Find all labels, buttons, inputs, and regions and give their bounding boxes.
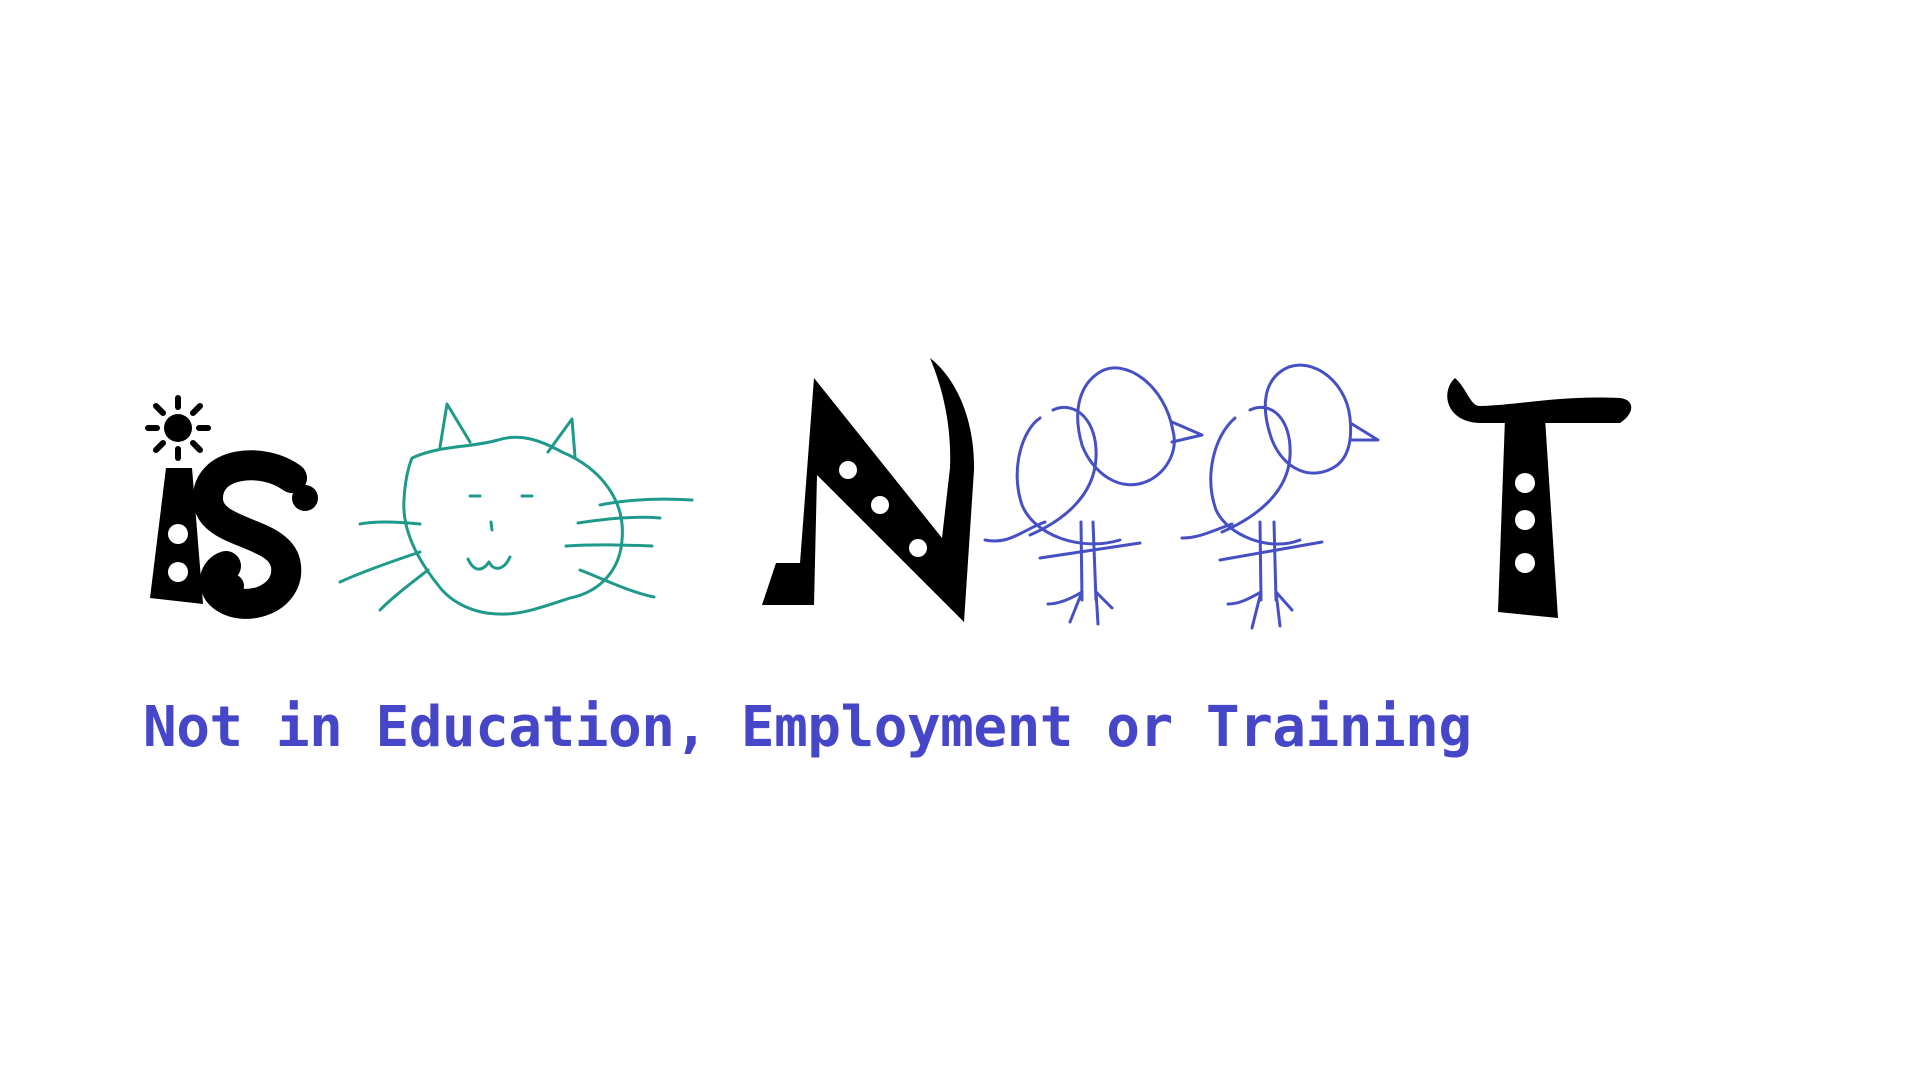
bird-drawing-1: [983, 366, 1204, 626]
bird-drawing-2: [1180, 363, 1380, 630]
sun-dot-icon: [145, 395, 211, 461]
subtitle: Not in Education, Employment or Training: [143, 695, 1472, 760]
logo-letter-t: [1447, 378, 1632, 618]
logo-letter-n: [762, 358, 975, 622]
isneet-logo: [145, 358, 1632, 630]
cat-drawing: [338, 402, 694, 616]
logo-letter-s: [193, 450, 318, 619]
